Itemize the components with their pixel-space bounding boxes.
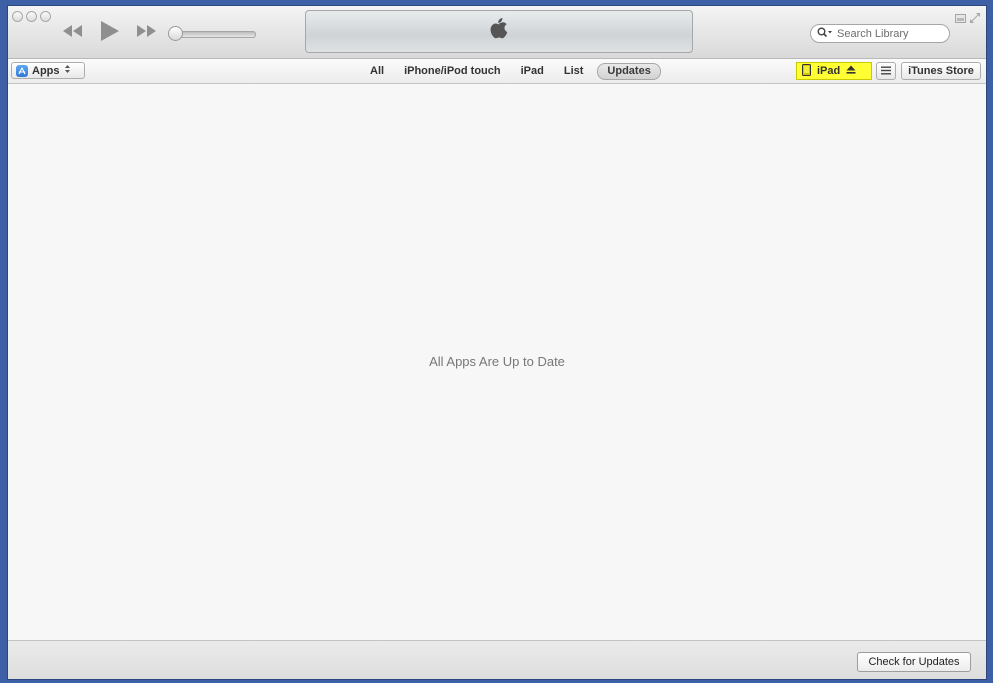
empty-state-message: All Apps Are Up to Date [429,354,565,369]
volume-slider[interactable] [168,26,256,42]
search-icon [817,25,833,43]
library-toolbar: Apps All iPhone/iPod touch iPad List Upd… [8,59,986,84]
apple-logo-icon [489,17,509,46]
fullscreen-icon[interactable] [970,10,980,28]
bottom-bar: Check for Updates [8,640,986,679]
eject-icon[interactable] [846,65,856,77]
mini-player-icon[interactable] [955,10,966,28]
zoom-window-button[interactable] [40,11,51,22]
status-display [305,10,693,53]
player-bar [8,6,986,59]
minimize-window-button[interactable] [26,11,37,22]
tab-iphone-ipod-touch[interactable]: iPhone/iPod touch [394,63,511,80]
itunes-store-button[interactable]: iTunes Store [901,62,981,80]
window-extra-controls [955,10,980,28]
search-field[interactable] [810,24,950,43]
itunes-window: Apps All iPhone/iPod touch iPad List Upd… [7,5,987,680]
updates-content-area: All Apps Are Up to Date [8,84,986,640]
transport-controls [62,20,158,42]
list-menu-button[interactable] [876,62,896,80]
media-kind-selector[interactable]: Apps [11,62,85,79]
view-tabs: All iPhone/iPod touch iPad List Updates [360,62,661,80]
window-controls [12,11,51,22]
media-kind-label: Apps [32,64,60,77]
search-input[interactable] [837,27,937,40]
volume-knob[interactable] [168,26,183,41]
list-menu-icon [881,62,891,80]
fast-forward-icon[interactable] [136,24,158,38]
device-label: iPad [817,65,841,77]
tab-all[interactable]: All [360,63,394,80]
chevron-updown-icon [64,64,71,77]
tab-updates[interactable]: Updates [597,62,661,80]
volume-track [176,31,256,38]
close-window-button[interactable] [12,11,23,22]
check-for-updates-button[interactable]: Check for Updates [857,652,971,672]
tab-list[interactable]: List [554,63,594,80]
tab-ipad[interactable]: iPad [511,63,554,80]
rewind-icon[interactable] [62,24,84,38]
device-button-ipad[interactable]: iPad [796,62,872,80]
play-icon[interactable] [100,20,120,42]
app-store-icon [16,64,28,77]
ipad-device-icon [802,63,811,79]
